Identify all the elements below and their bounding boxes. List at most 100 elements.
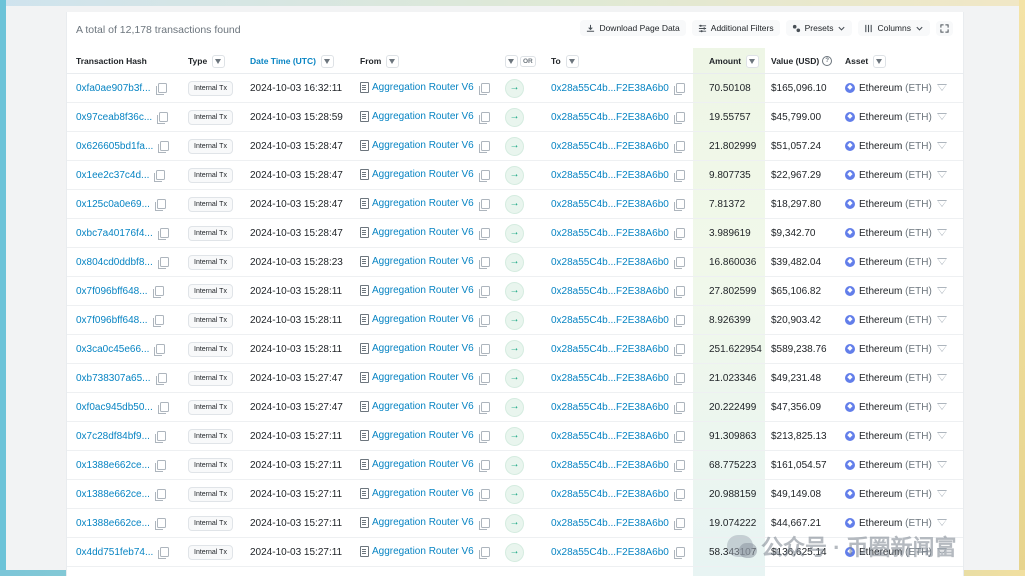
copy-icon[interactable] xyxy=(673,517,685,530)
to-link[interactable]: 0x28a55C4b...F2E38A6b0 xyxy=(551,518,669,529)
filter-icon[interactable] xyxy=(936,287,947,295)
filter-icon[interactable] xyxy=(386,54,400,68)
copy-icon[interactable] xyxy=(673,401,685,414)
to-link[interactable]: 0x28a55C4b...F2E38A6b0 xyxy=(551,431,669,442)
tx-hash-link[interactable]: 0x97ceab8f36c... xyxy=(76,112,152,123)
copy-icon[interactable] xyxy=(673,198,685,211)
copy-icon[interactable] xyxy=(157,401,169,414)
filter-icon[interactable] xyxy=(746,54,760,68)
filter-icon[interactable] xyxy=(936,84,947,92)
copy-icon[interactable] xyxy=(673,459,685,472)
presets-dropdown[interactable]: Presets xyxy=(785,20,853,36)
tx-hash-link[interactable]: 0xbc7a40176f4... xyxy=(76,228,153,239)
copy-icon[interactable] xyxy=(154,343,166,356)
copy-icon[interactable] xyxy=(673,256,685,269)
copy-icon[interactable] xyxy=(478,82,490,95)
copy-icon[interactable] xyxy=(478,401,490,414)
from-link[interactable]: Aggregation Router V6 xyxy=(372,112,474,123)
tx-hash-link[interactable]: 0x3ca0c45e66... xyxy=(76,344,149,355)
copy-icon[interactable] xyxy=(478,256,490,269)
copy-icon[interactable] xyxy=(152,285,164,298)
to-link[interactable]: 0x28a55C4b...F2E38A6b0 xyxy=(551,257,669,268)
copy-icon[interactable] xyxy=(673,227,685,240)
copy-icon[interactable] xyxy=(673,372,685,385)
to-link[interactable]: 0x28a55C4b...F2E38A6b0 xyxy=(551,199,669,210)
copy-icon[interactable] xyxy=(155,372,167,385)
filter-icon[interactable] xyxy=(936,200,947,208)
copy-icon[interactable] xyxy=(478,140,490,153)
tx-hash-link[interactable]: 0x7c28df84bf9... xyxy=(76,431,150,442)
filter-icon[interactable] xyxy=(320,54,334,68)
tx-hash-link[interactable]: 0x1388e662ce... xyxy=(76,518,150,529)
copy-icon[interactable] xyxy=(673,169,685,182)
copy-icon[interactable] xyxy=(478,285,490,298)
tx-hash-link[interactable]: 0x804cd0ddbf8... xyxy=(76,257,153,268)
tx-hash-link[interactable]: 0x125c0a0e69... xyxy=(76,199,150,210)
to-link[interactable]: 0x28a55C4b...F2E38A6b0 xyxy=(551,112,669,123)
filter-icon[interactable] xyxy=(936,519,947,527)
copy-icon[interactable] xyxy=(152,314,164,327)
from-link[interactable]: Aggregation Router V6 xyxy=(372,460,474,471)
copy-icon[interactable] xyxy=(478,430,490,443)
tx-hash-link[interactable]: 0x626605bd1fa... xyxy=(76,141,153,152)
or-toggle[interactable]: OR xyxy=(520,56,536,68)
from-link[interactable]: Aggregation Router V6 xyxy=(372,344,474,355)
from-link[interactable]: Aggregation Router V6 xyxy=(372,257,474,268)
copy-icon[interactable] xyxy=(478,372,490,385)
from-link[interactable]: Aggregation Router V6 xyxy=(372,286,474,297)
copy-icon[interactable] xyxy=(478,546,490,559)
copy-icon[interactable] xyxy=(155,82,167,95)
from-link[interactable]: Aggregation Router V6 xyxy=(372,141,474,152)
copy-icon[interactable] xyxy=(157,227,169,240)
copy-icon[interactable] xyxy=(673,140,685,153)
col-header-datetime[interactable]: Date Time (UTC) xyxy=(241,49,351,74)
from-link[interactable]: Aggregation Router V6 xyxy=(372,315,474,326)
copy-icon[interactable] xyxy=(673,488,685,501)
copy-icon[interactable] xyxy=(154,198,166,211)
to-link[interactable]: 0x28a55C4b...F2E38A6b0 xyxy=(551,228,669,239)
tx-hash-link[interactable]: 0x4dd751feb74... xyxy=(76,547,153,558)
copy-icon[interactable] xyxy=(673,111,685,124)
to-link[interactable]: 0x28a55C4b...F2E38A6b0 xyxy=(551,402,669,413)
filter-icon[interactable] xyxy=(873,54,887,68)
filter-icon[interactable] xyxy=(936,316,947,324)
copy-icon[interactable] xyxy=(158,140,170,153)
copy-icon[interactable] xyxy=(478,111,490,124)
filter-icon[interactable] xyxy=(936,229,947,237)
copy-icon[interactable] xyxy=(478,227,490,240)
copy-icon[interactable] xyxy=(478,517,490,530)
tx-hash-link[interactable]: 0xfa0ae907b3f... xyxy=(76,83,151,94)
fullscreen-button[interactable] xyxy=(936,20,953,36)
from-link[interactable]: Aggregation Router V6 xyxy=(372,547,474,558)
from-link[interactable]: Aggregation Router V6 xyxy=(372,83,474,94)
copy-icon[interactable] xyxy=(478,488,490,501)
tx-hash-link[interactable]: 0x1388e662ce... xyxy=(76,460,150,471)
from-link[interactable]: Aggregation Router V6 xyxy=(372,402,474,413)
from-link[interactable]: Aggregation Router V6 xyxy=(372,199,474,210)
copy-icon[interactable] xyxy=(478,343,490,356)
copy-icon[interactable] xyxy=(478,169,490,182)
to-link[interactable]: 0x28a55C4b...F2E38A6b0 xyxy=(551,489,669,500)
info-icon[interactable]: ? xyxy=(822,56,833,67)
to-link[interactable]: 0x28a55C4b...F2E38A6b0 xyxy=(551,547,669,558)
filter-icon[interactable] xyxy=(936,345,947,353)
copy-icon[interactable] xyxy=(673,546,685,559)
to-link[interactable]: 0x28a55C4b...F2E38A6b0 xyxy=(551,141,669,152)
to-link[interactable]: 0x28a55C4b...F2E38A6b0 xyxy=(551,286,669,297)
filter-icon[interactable] xyxy=(936,113,947,121)
copy-icon[interactable] xyxy=(478,198,490,211)
tx-hash-link[interactable]: 0x1388e662ce... xyxy=(76,489,150,500)
to-link[interactable]: 0x28a55C4b...F2E38A6b0 xyxy=(551,83,669,94)
tx-hash-link[interactable]: 0x7f096bff648... xyxy=(76,315,148,326)
copy-icon[interactable] xyxy=(673,314,685,327)
copy-icon[interactable] xyxy=(157,256,169,269)
copy-icon[interactable] xyxy=(154,459,166,472)
from-link[interactable]: Aggregation Router V6 xyxy=(372,489,474,500)
filter-icon[interactable] xyxy=(936,374,947,382)
additional-filters-button[interactable]: Additional Filters xyxy=(691,20,780,36)
from-link[interactable]: Aggregation Router V6 xyxy=(372,170,474,181)
filter-icon[interactable] xyxy=(936,142,947,150)
tx-hash-link[interactable]: 0xb738307a65... xyxy=(76,373,151,384)
copy-icon[interactable] xyxy=(478,459,490,472)
copy-icon[interactable] xyxy=(158,546,170,559)
